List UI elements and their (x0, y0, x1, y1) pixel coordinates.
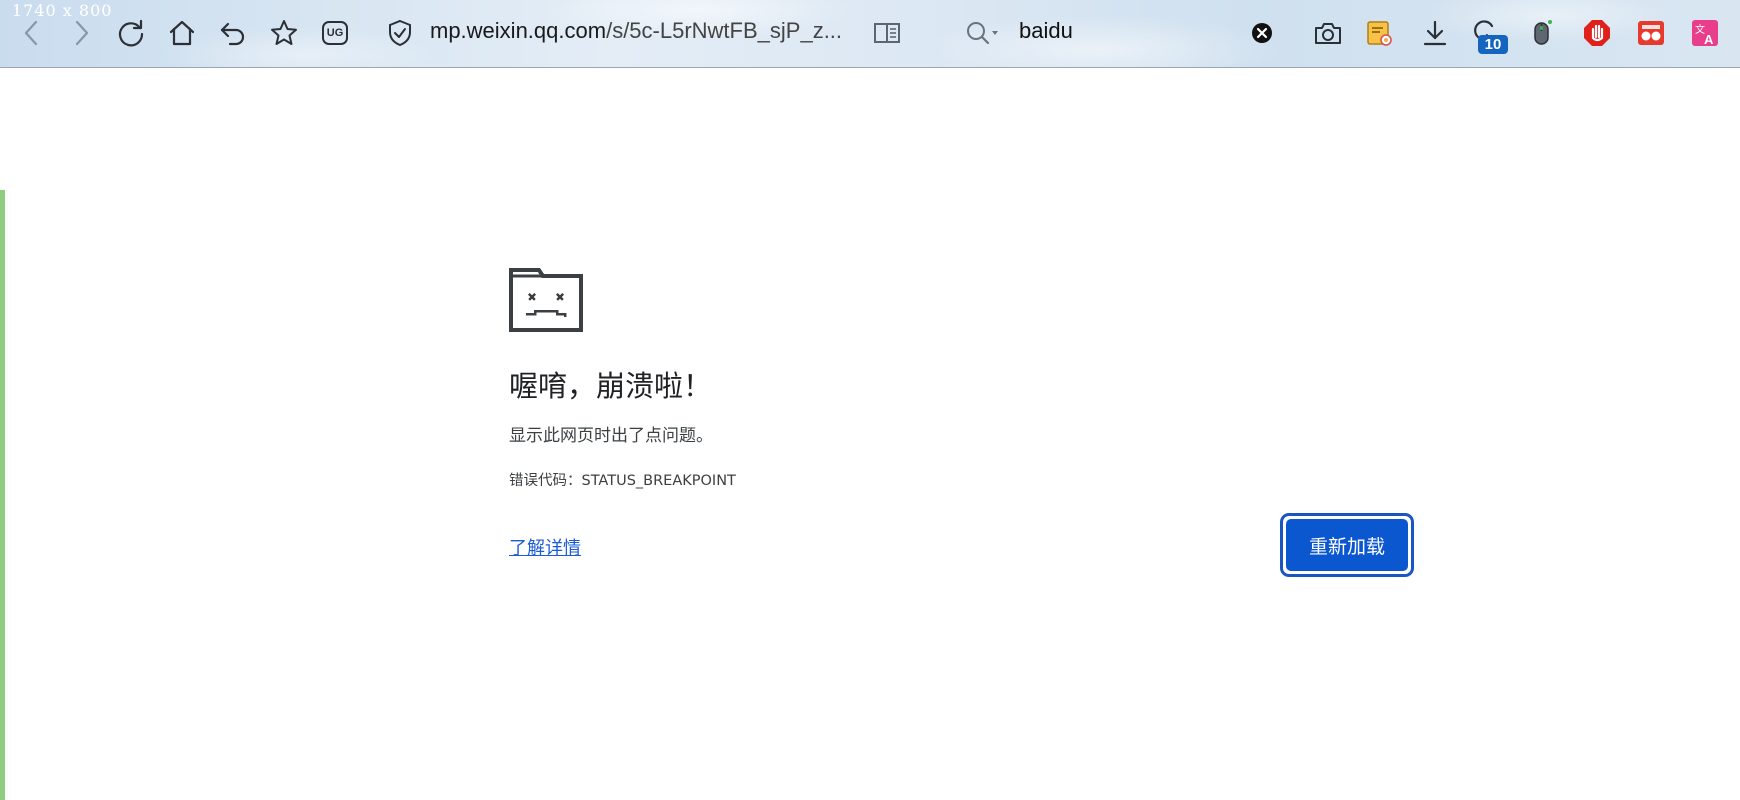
ug-label: UG (322, 21, 348, 45)
left-edge-strip (0, 190, 5, 800)
shield-icon[interactable] (383, 16, 417, 50)
search-input[interactable]: baidu (1019, 18, 1073, 44)
home-icon[interactable] (165, 16, 199, 50)
undo-icon[interactable] (216, 16, 250, 50)
url-path: /s/5c-L5rNwtFB_sjP_z... (606, 18, 843, 43)
extension-red-icon[interactable] (1634, 16, 1668, 50)
adblock-icon[interactable] (1580, 16, 1614, 50)
mouse-icon[interactable] (1524, 16, 1558, 50)
star-icon[interactable] (267, 16, 301, 50)
reload-button-label: 重新加载 (1286, 519, 1408, 571)
learn-more-link[interactable]: 了解详情 (509, 534, 581, 560)
translate-icon[interactable]: 文A (1688, 16, 1722, 50)
reader-icon[interactable] (870, 16, 904, 50)
search-icon[interactable] (963, 16, 1003, 50)
reload-button[interactable]: 重新加载 (1280, 513, 1414, 577)
reload-icon[interactable] (114, 16, 148, 50)
download-icon[interactable] (1418, 16, 1452, 50)
error-subtitle: 显示此网页时出了点问题。 (509, 426, 713, 446)
error-code: 错误代码：STATUS_BREAKPOINT (509, 473, 736, 489)
sync-count-badge: 10 (1478, 35, 1508, 54)
sad-folder-icon (509, 268, 583, 336)
ug-icon[interactable]: UG (318, 16, 352, 50)
forward-icon[interactable] (64, 16, 98, 50)
notes-icon[interactable] (1362, 16, 1396, 50)
back-icon[interactable] (15, 16, 49, 50)
address-bar[interactable]: mp.weixin.qq.com/s/5c-L5rNwtFB_sjP_z... (430, 18, 842, 44)
url-host: mp.weixin.qq.com (430, 18, 607, 43)
clear-icon[interactable] (1245, 16, 1279, 50)
browser-toolbar: 1740 x 800 UG mp.weixin.qq.com/s/5c-L5rN… (0, 0, 1740, 68)
svg-text:A: A (1704, 32, 1714, 47)
error-title: 喔唷，崩溃啦！ (509, 369, 713, 403)
camera-icon[interactable] (1311, 16, 1345, 50)
